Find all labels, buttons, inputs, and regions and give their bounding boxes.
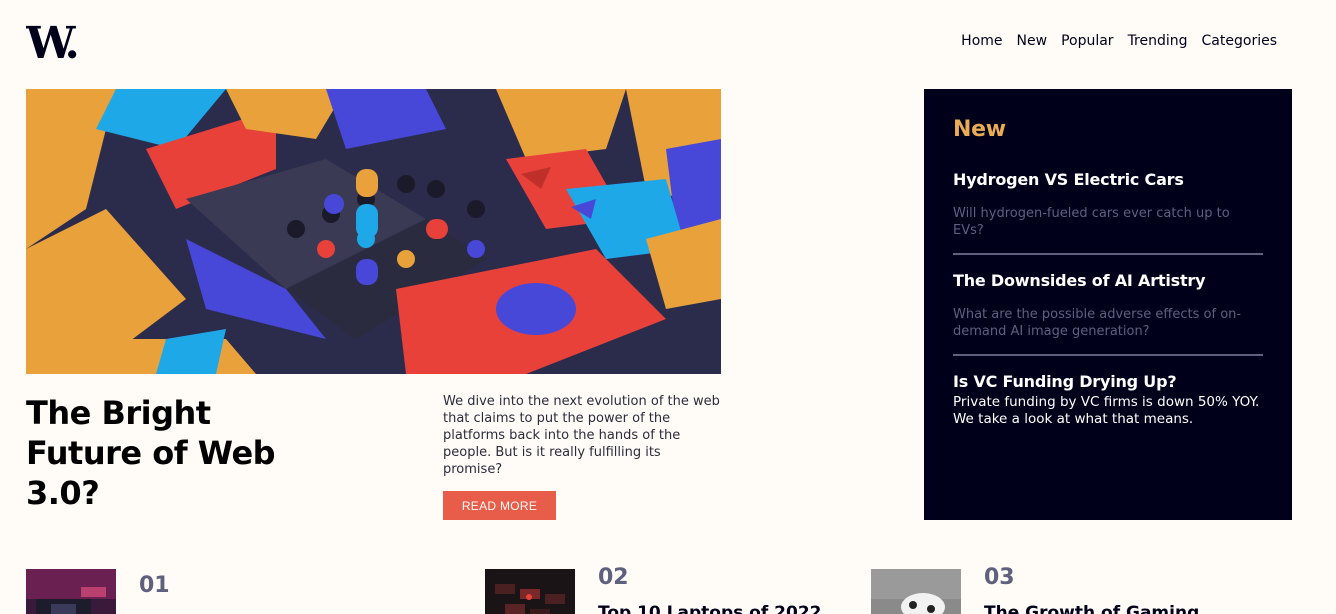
brand-logo[interactable]: W. [26,20,86,62]
card-title[interactable]: The Growth of Gaming [984,603,1199,614]
hero-image [26,89,721,374]
card-thumbnail [485,569,575,614]
new-panel-heading: New [953,117,1006,142]
nav-home[interactable]: Home [961,33,1002,49]
new-item-text: Will hydrogen-fueled cars ever catch up … [953,206,1230,238]
card-number: 03 [984,565,1015,590]
card-thumbnail [871,569,961,614]
new-item-text: What are the possible adverse effects of… [953,307,1242,339]
new-item-title[interactable]: Is VC Funding Drying Up? [953,372,1263,391]
nav-trending[interactable]: Trending [1128,33,1188,49]
card-number: 02 [598,565,629,590]
hero-description: We dive into the next evolution of the w… [443,394,720,477]
new-item[interactable]: The Downsides of AI Artistry What are th… [953,255,1263,356]
nav-categories[interactable]: Categories [1202,33,1277,49]
new-item[interactable]: Is VC Funding Drying Up? Private funding… [953,356,1263,442]
card-title[interactable]: Top 10 Laptops of 2022 [598,603,821,614]
new-panel: New Hydrogen VS Electric Cars Will hydro… [924,89,1292,520]
card-number: 01 [139,573,170,598]
nav-popular[interactable]: Popular [1061,33,1114,49]
read-more-button[interactable]: READ MORE [443,491,556,520]
main-nav: Home New Popular Trending Categories [961,33,1277,49]
card-thumbnail [26,569,116,614]
new-item-title[interactable]: Hydrogen VS Electric Cars [953,170,1263,189]
new-item-text: Private funding by VC firms is down 50% … [953,394,1260,427]
new-item[interactable]: Hydrogen VS Electric Cars Will hydrogen-… [953,170,1263,255]
hero-title: The Bright Future of Web 3.0? [26,394,276,512]
nav-new[interactable]: New [1017,33,1048,49]
svg-text:W.: W. [26,20,77,62]
new-item-title[interactable]: The Downsides of AI Artistry [953,271,1263,290]
